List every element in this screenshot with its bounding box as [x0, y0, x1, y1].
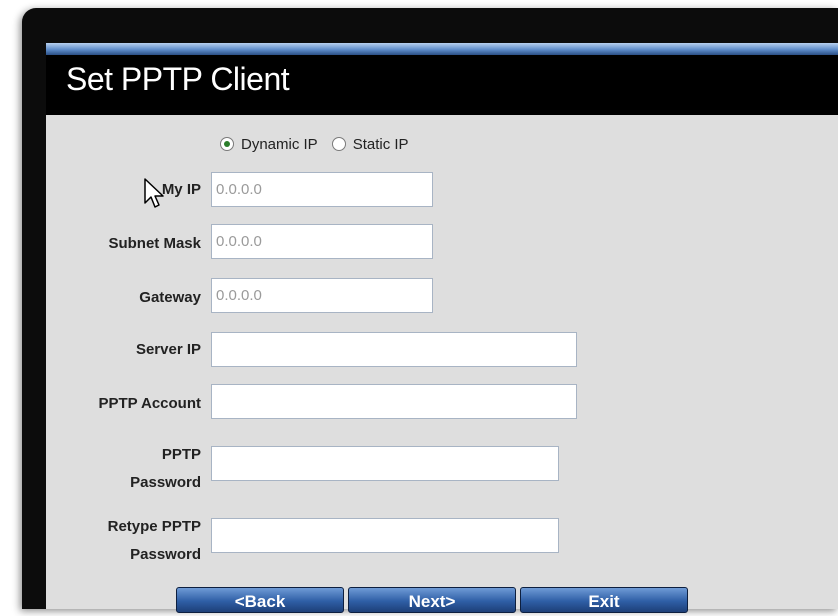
retype-password-label-line1: Retype PPTP [107, 518, 201, 535]
static-ip-label: Static IP [352, 135, 409, 153]
back-button[interactable]: <Back [176, 587, 344, 613]
dynamic-ip-radio[interactable] [220, 137, 234, 151]
dynamic-ip-label: Dynamic IP [241, 135, 318, 153]
my-ip-field[interactable] [211, 172, 433, 207]
gateway-label: Gateway [139, 289, 201, 306]
pptp-password-label-line1: PPTP [161, 446, 201, 463]
page-title: Set PPTP Client [66, 61, 290, 97]
pptp-password-field[interactable] [211, 446, 559, 481]
pptp-password-label-line2: Password [130, 474, 201, 491]
pptp-account-field[interactable] [211, 384, 577, 419]
static-ip-radio[interactable] [331, 137, 346, 151]
ip-mode-selector: Dynamic IP Static IP [220, 132, 423, 156]
title-bar-gloss [46, 43, 838, 55]
subnet-mask-field[interactable] [211, 224, 433, 259]
title-bar: Set PPTP Client [46, 43, 838, 115]
retype-password-field[interactable] [211, 518, 559, 553]
mouse-pointer-icon [144, 178, 164, 208]
gateway-field[interactable] [211, 278, 433, 313]
next-button[interactable]: Next> [348, 587, 516, 613]
retype-password-label-line2: Password [130, 546, 201, 563]
retype-password-label: Retype PPTP Password [66, 513, 201, 569]
server-ip-field[interactable] [211, 332, 577, 367]
server-ip-label: Server IP [135, 341, 201, 358]
exit-button[interactable]: Exit [520, 587, 688, 613]
subnet-mask-label: Subnet Mask [108, 235, 201, 252]
pptp-password-label: PPTP Password [86, 441, 201, 497]
pptp-account-label: PPTP Account [98, 395, 201, 412]
